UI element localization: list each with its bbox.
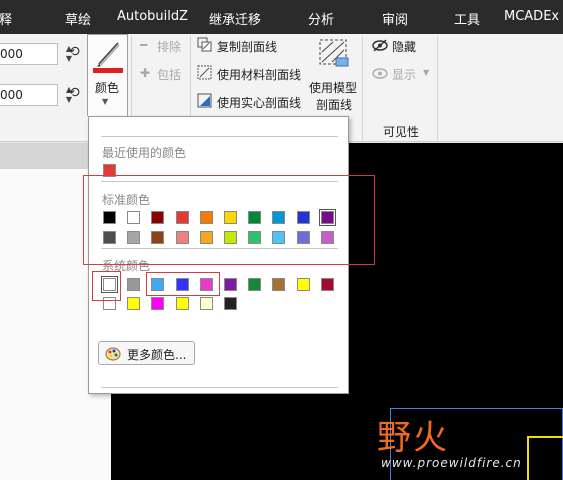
hide-button[interactable]: 隐藏	[392, 38, 416, 55]
recent-colors-title: 最近使用的颜色	[102, 146, 187, 160]
system-color-swatch[interactable]	[248, 278, 262, 291]
include-button[interactable]: 包括	[157, 66, 181, 83]
copy-hatch-button[interactable]: 复制剖面线	[217, 38, 277, 55]
pen-icon	[93, 42, 123, 73]
highlight-system-white	[92, 271, 121, 301]
menu-autobuildz[interactable]: AutobuildZ	[117, 9, 188, 24]
highlight-standard-colors	[83, 175, 375, 265]
system-color-swatch[interactable]	[296, 278, 310, 291]
system-color-swatch[interactable]	[199, 297, 213, 310]
divider	[101, 387, 338, 388]
material-hatch-icon	[197, 65, 212, 80]
show-eye-icon	[372, 68, 388, 79]
visibility-group-label: 可见性	[383, 125, 420, 139]
solid-hatch-icon	[197, 93, 212, 108]
sync-icon[interactable]: ⟲	[68, 44, 80, 60]
system-color-swatch[interactable]	[175, 297, 189, 310]
watermark-logo: 野火	[377, 418, 449, 458]
use-solid-hatch-button[interactable]: 使用实心剖面线	[217, 94, 301, 111]
menu-sketch[interactable]: 草绘	[65, 9, 91, 28]
current-color-bar	[93, 68, 123, 73]
menu-annotate[interactable]: 注释	[0, 9, 12, 28]
more-colors-label: 更多颜色...	[127, 348, 187, 362]
remove-icon: ━	[140, 38, 148, 52]
menu-mcadex[interactable]: MCADEx	[504, 9, 559, 24]
divider	[101, 136, 338, 137]
system-color-swatch[interactable]	[151, 297, 165, 310]
system-color-swatch[interactable]	[127, 297, 141, 310]
use-material-hatch-button[interactable]: 使用材料剖面线	[217, 66, 301, 83]
drawing-view-frame	[527, 436, 563, 480]
use-model-hatch-label-line2: 剖面线	[316, 98, 353, 112]
use-model-hatch-button[interactable]: 使用模型	[309, 79, 357, 96]
menu-legacy-migration[interactable]: 继承迁移	[209, 9, 261, 28]
highlight-system-blue-pink	[146, 272, 220, 296]
menu-tools[interactable]: 工具	[454, 9, 480, 28]
color-button[interactable]: 颜色 ▼	[87, 34, 128, 116]
more-colors-button[interactable]: 更多颜色...	[98, 341, 195, 365]
model-hatch-icon	[319, 39, 349, 67]
copy-hatch-icon	[197, 37, 212, 52]
menu-bar: 注释 草绘 AutobuildZ 继承迁移 分析 审阅 工具 MCADEx	[0, 0, 563, 34]
divider	[437, 36, 438, 140]
exclude-button[interactable]: 排除	[157, 38, 181, 55]
chevron-down-icon: ▼	[102, 97, 109, 106]
divider	[362, 36, 363, 140]
system-color-swatch[interactable]	[224, 278, 237, 291]
system-color-swatch[interactable]	[224, 297, 237, 310]
color-label: 颜色	[95, 81, 120, 95]
chevron-down-icon: ▼	[423, 68, 430, 77]
sync-icon[interactable]: ⟲	[68, 85, 80, 101]
menu-analysis[interactable]: 分析	[308, 9, 334, 28]
add-icon: ✚	[140, 66, 151, 80]
hatch-value-field-1[interactable]: 000	[0, 43, 58, 65]
show-button[interactable]: 显示	[392, 66, 416, 83]
palette-icon	[105, 347, 121, 361]
system-color-swatch[interactable]	[272, 278, 286, 291]
watermark-url: www.proewildfire.cn	[381, 456, 522, 470]
system-color-swatch[interactable]	[320, 278, 334, 291]
menu-review[interactable]: 审阅	[382, 9, 408, 28]
hatch-value-field-2[interactable]: 000	[0, 84, 58, 106]
system-color-swatch[interactable]	[127, 278, 141, 291]
hide-eye-icon	[372, 39, 388, 52]
